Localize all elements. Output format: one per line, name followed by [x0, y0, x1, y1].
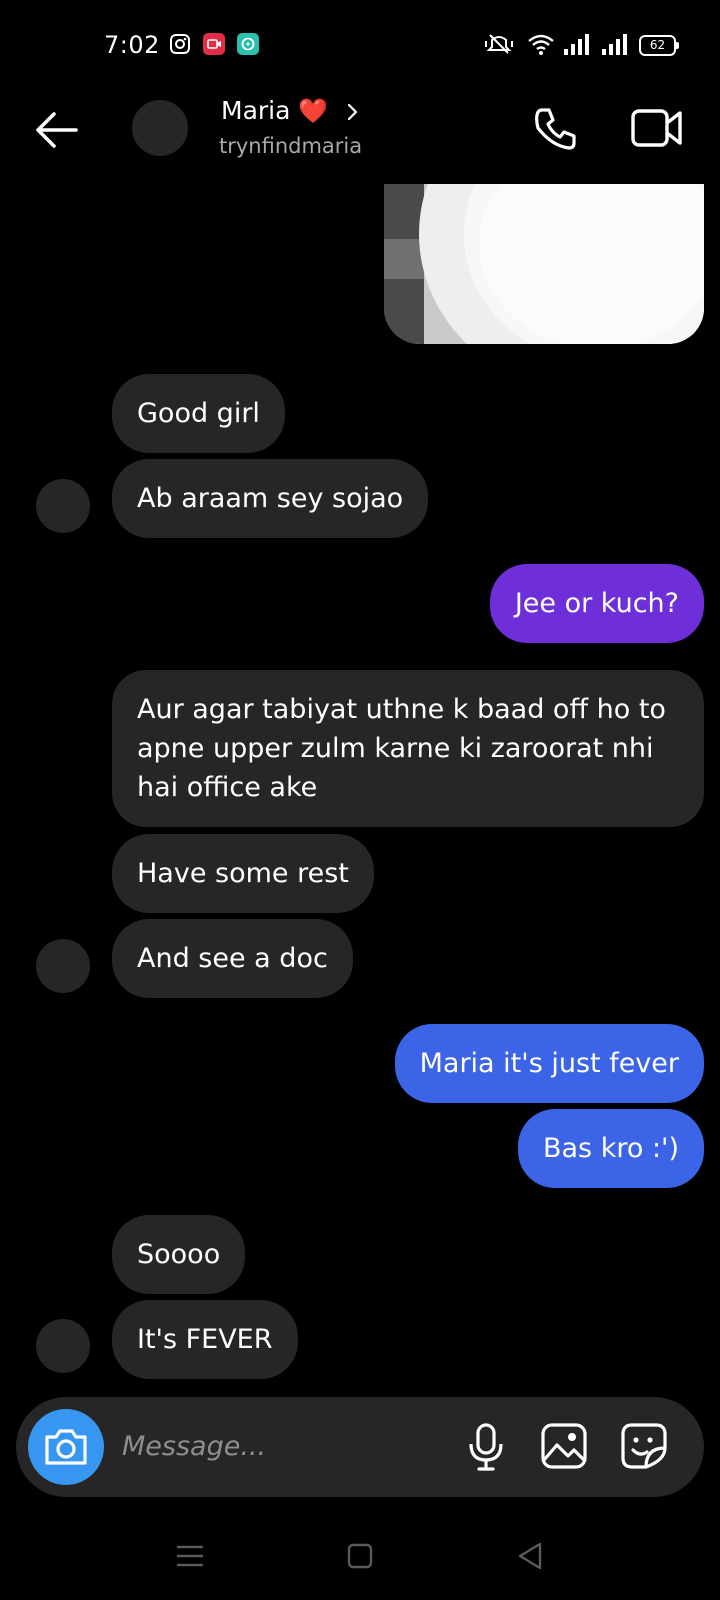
chat-app-icon: [237, 33, 259, 55]
sticker-icon[interactable]: [620, 1422, 668, 1470]
home-square-icon[interactable]: [344, 1540, 376, 1572]
contact-username[interactable]: trynfindmaria: [219, 132, 362, 160]
shared-photo[interactable]: [384, 184, 704, 344]
battery-icon: 62: [639, 35, 679, 56]
message-bubble-6[interactable]: And see a doc: [112, 919, 353, 998]
camera-icon: [45, 1429, 87, 1465]
message-bubble-5[interactable]: Have some rest: [112, 834, 374, 913]
signal-icon-2: [602, 34, 627, 55]
message-bubble-8[interactable]: Bas kro :'): [517, 1109, 704, 1188]
back-arrow-icon[interactable]: [32, 110, 80, 150]
back-triangle-icon[interactable]: [514, 1540, 546, 1572]
message-bubble-1[interactable]: Good girl: [112, 374, 285, 453]
message-bubble-2[interactable]: Ab araam sey sojao: [112, 459, 429, 538]
avatar[interactable]: [36, 479, 90, 533]
contact-name-text: Maria: [221, 96, 291, 125]
message-input[interactable]: Message...: [122, 1428, 266, 1466]
message-bubble-3[interactable]: Jee or kuch?: [489, 564, 704, 643]
avatar[interactable]: [36, 939, 90, 993]
screen-recorder-icon: [203, 33, 225, 55]
instagram-icon: [170, 34, 190, 54]
menu-icon[interactable]: [174, 1540, 206, 1572]
message-bubble-7[interactable]: Maria it's just fever: [394, 1024, 704, 1103]
status-time: 7:02: [104, 31, 160, 59]
signal-icon: [564, 34, 589, 55]
gallery-icon[interactable]: [540, 1422, 588, 1470]
avatar[interactable]: [36, 1319, 90, 1373]
contact-name[interactable]: Maria ❤️: [221, 94, 328, 128]
chevron-right-icon[interactable]: [346, 102, 360, 122]
wifi-icon: [528, 34, 554, 55]
mute-vibrate-icon: [485, 34, 513, 54]
heart-icon: ❤️: [298, 97, 329, 125]
phone-icon[interactable]: [532, 104, 580, 152]
message-bubble-10[interactable]: It's FEVER: [112, 1300, 298, 1379]
message-bubble-4[interactable]: Aur agar tabiyat uthne k baad off ho to …: [112, 670, 704, 827]
message-bubble-9[interactable]: Soooo: [112, 1215, 246, 1294]
video-icon[interactable]: [630, 104, 686, 152]
message-composer: [16, 1397, 704, 1497]
microphone-icon[interactable]: [466, 1422, 506, 1472]
avatar[interactable]: [132, 100, 188, 156]
milk-cup-image: [384, 184, 704, 344]
camera-button[interactable]: [28, 1409, 104, 1485]
